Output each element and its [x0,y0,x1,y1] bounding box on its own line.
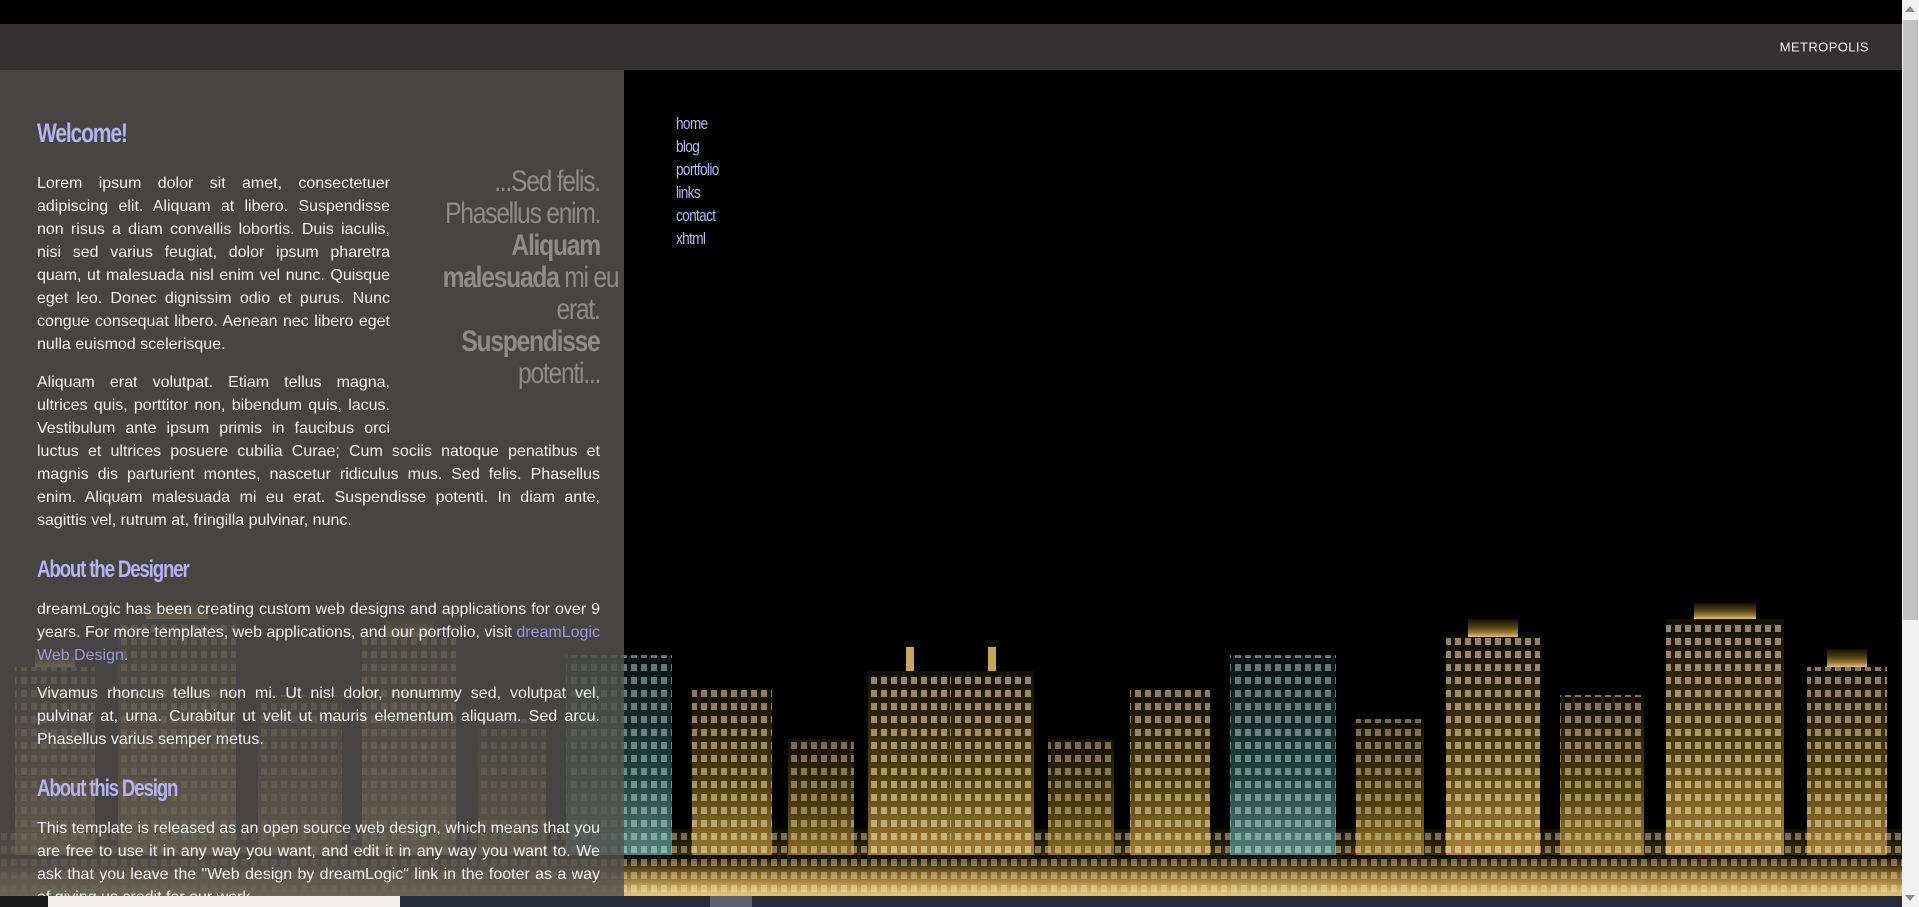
nav-link-contact[interactable]: contact [676,204,729,227]
about-designer-paragraph-2: Vivamus rhoncus tellus non mi. Ut nisl d… [37,682,600,751]
about-designer-heading: About the Designer [37,556,600,584]
nav-link-portfolio[interactable]: portfolio [676,158,729,181]
about-designer-text-end: . [124,647,128,664]
horizontal-scrollbar-corner [0,896,48,907]
pullquote-line: potenti... [404,358,600,390]
nav-link-xhtml[interactable]: xhtml [676,227,729,250]
pullquote-line: Suspendisse [404,326,600,358]
vertical-scrollbar[interactable] [1902,0,1919,907]
pullquote-line: Aliquam [404,230,600,262]
content-panel: Welcome! ...Sed felis.Phasellus enim.Ali… [0,70,624,907]
about-design-heading: About this Design [37,775,600,803]
scroll-up-arrow-icon[interactable] [1905,6,1915,12]
pullquote-line: erat. [404,294,600,326]
horizontal-scrollbar-thumb[interactable] [48,896,400,907]
browser-viewport: METROPOLIS homeblogportfoliolinkscontact… [0,0,1902,907]
scroll-down-arrow-icon[interactable] [1905,895,1915,901]
horizontal-scrollbar[interactable] [0,896,1902,907]
nav-link-links[interactable]: links [676,181,729,204]
intro-paragraph-2: Aliquam erat volutpat. Etiam tellus magn… [37,371,600,532]
vertical-scrollbar-thumb[interactable] [1903,20,1918,620]
pullquote-line: Phasellus enim. [404,198,600,230]
welcome-heading: Welcome! [37,118,600,148]
horizontal-scrollbar-marker [710,896,752,907]
header-bar: METROPOLIS [0,24,1902,70]
pullquote-line: ...Sed felis. [404,166,600,198]
about-designer-paragraph: dreamLogic has been creating custom web … [37,598,600,667]
site-title: METROPOLIS [1780,40,1869,55]
top-black-strip [0,0,1902,24]
about-design-paragraph: This template is released as an open sou… [37,817,600,907]
pullquote-line: malesuada mi eu [404,262,600,294]
nav-link-blog[interactable]: blog [676,135,729,158]
main-nav: homeblogportfoliolinkscontactxhtml [676,112,729,250]
nav-link-home[interactable]: home [676,112,729,135]
pullquote: ...Sed felis.Phasellus enim.Aliquammales… [404,166,600,390]
